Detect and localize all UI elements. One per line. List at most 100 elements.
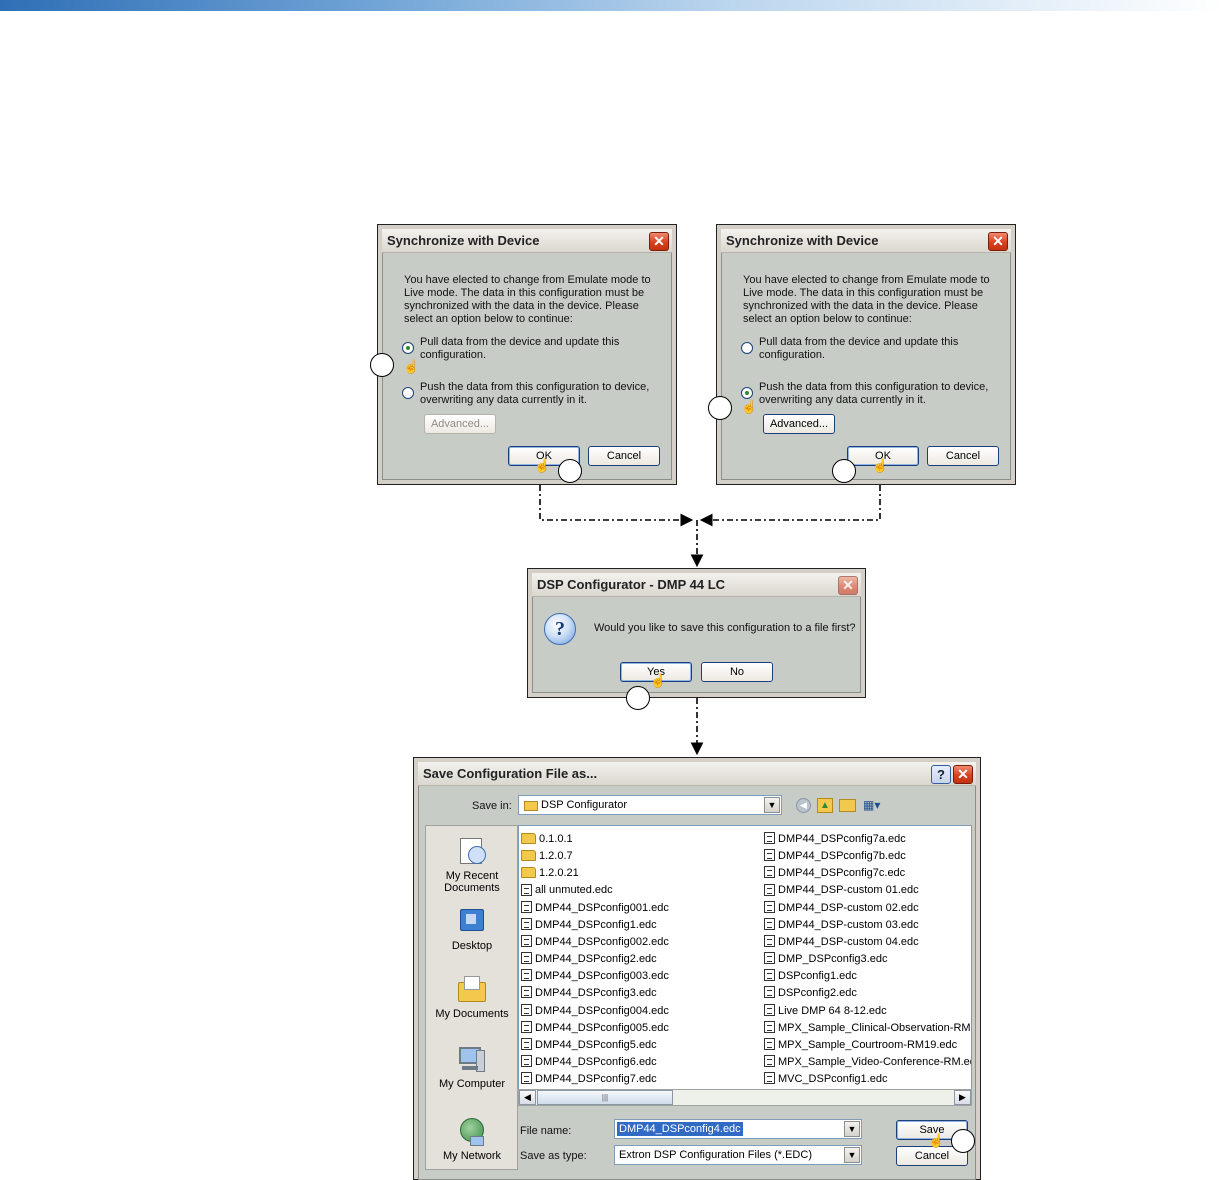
file-icon [521, 1055, 532, 1068]
file-list-item[interactable]: DMP44_DSP-custom 01.edc [764, 882, 971, 899]
my-computer-icon [456, 1044, 488, 1076]
file-list-item[interactable]: DMP44_DSPconfig6.edc [521, 1054, 759, 1071]
scroll-thumb[interactable]: ||| [537, 1090, 673, 1105]
desktop-icon [456, 906, 488, 938]
file-list-item[interactable]: DMP44_DSPconfig2.edc [521, 951, 759, 968]
file-list-item[interactable]: 0.1.0.1 [521, 831, 759, 848]
file-list-item[interactable]: all unmuted.edc [521, 882, 759, 899]
file-list-item[interactable]: MPX_Sample_Courtroom-RM19.edc [764, 1037, 971, 1054]
place-label: My Documents [435, 1008, 509, 1020]
file-name: DMP44_DSPconfig7c.edc [778, 867, 906, 880]
file-name: DMP44_DSPconfig2.edc [535, 953, 657, 966]
folder-icon [521, 849, 536, 861]
file-list-item[interactable]: DMP44_DSPconfig7c.edc [764, 865, 971, 882]
close-button[interactable]: ✕ [649, 232, 669, 251]
file-list-item[interactable]: DSPconfig1.edc [764, 968, 971, 985]
file-name: 1.2.0.21 [539, 867, 579, 880]
file-name: DMP44_DSPconfig7a.edc [778, 833, 906, 845]
file-list-item[interactable]: MPX_Sample_Video-Conference-RM.ed [764, 1054, 971, 1071]
scroll-left-button[interactable]: ◀ [519, 1090, 536, 1105]
save-in-dropdown[interactable]: DSP Configurator ▼ [518, 795, 782, 815]
close-button[interactable]: ✕ [838, 576, 858, 595]
place-my-network[interactable]: My Network [428, 1116, 516, 1162]
cancel-button[interactable]: Cancel [927, 446, 999, 466]
push-option-label[interactable]: Push the data from this configuration to… [759, 381, 999, 407]
place-my-computer[interactable]: My Computer [428, 1044, 516, 1090]
file-list-item[interactable]: DMP44_DSP-custom 03.edc [764, 917, 971, 934]
file-list-item[interactable]: DMP_DSPconfig3.edc [764, 951, 971, 968]
place-recent[interactable]: My Recent Documents [428, 836, 516, 894]
title-bar[interactable]: DSP Configurator - DMP 44 LC ✕ [532, 573, 861, 597]
file-list-item[interactable]: DMP44_DSPconfig002.edc [521, 934, 759, 951]
place-my-documents[interactable]: My Documents [428, 974, 516, 1020]
file-list-item[interactable]: DMP44_DSP-custom 04.edc [764, 934, 971, 951]
title-bar[interactable]: Synchronize with Device ✕ [721, 229, 1011, 253]
file-list-item[interactable]: DMP44_DSPconfig7a.edc [764, 831, 971, 848]
title-bar[interactable]: Save Configuration File as... ? ✕ [418, 762, 976, 786]
file-list-item[interactable]: DMP44_DSP-custom 02.edc [764, 900, 971, 917]
help-button[interactable]: ? [931, 765, 951, 784]
close-button[interactable]: ✕ [953, 765, 973, 784]
dialog-message: You have elected to change from Emulate … [404, 274, 651, 325]
up-folder-icon[interactable]: ▲ [817, 798, 833, 813]
place-desktop[interactable]: Desktop [428, 906, 516, 952]
file-list-item[interactable]: DMP44_DSPconfig001.edc [521, 900, 759, 917]
push-option-label[interactable]: Push the data from this configuration to… [420, 381, 660, 407]
file-list-item[interactable]: DMP44_DSPconfig003.edc [521, 968, 759, 985]
file-list-item[interactable]: MPX_Sample_Clinical-Observation-RM2 [764, 1020, 971, 1037]
file-list-item[interactable]: 1.2.0.7 [521, 848, 759, 865]
file-list-item[interactable]: Live DMP 64 8-12.edc [764, 1003, 971, 1020]
dialog-message: Would you like to save this configuratio… [594, 622, 856, 634]
no-button[interactable]: No [701, 662, 773, 682]
pull-radio[interactable] [741, 342, 753, 354]
new-folder-icon[interactable] [839, 799, 856, 812]
file-name: DMP44_DSPconfig7.edc [535, 1073, 657, 1086]
cancel-button[interactable]: Cancel [588, 446, 660, 466]
confirm-save-dialog: DSP Configurator - DMP 44 LC ✕ ? Would y… [527, 568, 866, 698]
pull-option-label[interactable]: Pull data from the device and update thi… [420, 336, 650, 362]
file-name: DMP44_DSPconfig001.edc [535, 901, 669, 914]
file-list-item[interactable]: DMP44_DSPconfig3.edc [521, 985, 759, 1002]
back-icon[interactable]: ◀ [796, 798, 811, 813]
file-name: DMP44_DSPconfig7b.edc [778, 850, 906, 863]
file-name-input[interactable]: DMP44_DSPconfig4.edc ▼ [614, 1119, 862, 1139]
horizontal-scrollbar[interactable]: ◀ ||| ▶ [518, 1089, 972, 1106]
file-name: DMP44_DSP-custom 04.edc [778, 935, 919, 948]
push-radio[interactable] [402, 387, 414, 399]
title-bar[interactable]: Synchronize with Device ✕ [382, 229, 672, 253]
pointer-hand-icon: ☝ [534, 458, 551, 473]
file-list-item[interactable]: DMP44_DSPconfig005.edc [521, 1020, 759, 1037]
file-name: DMP44_DSPconfig004.edc [535, 1004, 669, 1017]
scroll-right-button[interactable]: ▶ [954, 1090, 971, 1105]
file-list-item[interactable]: MVC_DSPconfig1.edc [764, 1071, 971, 1088]
file-icon [764, 900, 775, 913]
close-button[interactable]: ✕ [988, 232, 1008, 251]
file-list-item[interactable]: DMP44_DSPconfig5.edc [521, 1037, 759, 1054]
file-name: MVC_DSPconfig1.edc [778, 1073, 888, 1086]
file-icon [764, 1037, 775, 1050]
save-file-dialog: Save Configuration File as... ? ✕ Save i… [413, 757, 981, 1180]
file-list-item[interactable]: DMP44_DSPconfig004.edc [521, 1003, 759, 1020]
advanced-button[interactable]: Advanced... [763, 414, 835, 434]
pull-radio[interactable] [402, 342, 414, 354]
chevron-down-icon[interactable]: ▼ [844, 1121, 860, 1137]
chevron-down-icon[interactable]: ▼ [844, 1147, 860, 1163]
pointer-hand-icon: ☝ [403, 359, 420, 374]
file-list-item[interactable]: DSPconfig2.edc [764, 985, 971, 1002]
save-in-value: DSP Configurator [541, 799, 628, 811]
file-list-item[interactable]: DMP44_DSPconfig7.edc [521, 1071, 759, 1088]
dialog-title: Synchronize with Device [387, 233, 540, 248]
chevron-down-icon[interactable]: ▼ [764, 797, 780, 813]
file-list[interactable]: 0.1.0.1 1.2.0.7 1.2.0.21 all unmuted.edc DMP… [518, 825, 972, 1105]
file-list-item[interactable]: 1.2.0.21 [521, 865, 759, 882]
file-list-item[interactable]: DMP44_DSPconfig1.edc [521, 917, 759, 934]
pull-option-label[interactable]: Pull data from the device and update thi… [759, 336, 989, 362]
file-name: MPX_Sample_Video-Conference-RM.ed [778, 1055, 971, 1068]
file-name: DMP44_DSP-custom 02.edc [778, 901, 919, 914]
file-name-label: File name: [520, 1125, 572, 1137]
push-radio[interactable] [741, 387, 753, 399]
file-list-item[interactable]: DMP44_DSPconfig7b.edc [764, 848, 971, 865]
advanced-button[interactable]: Advanced... [424, 414, 496, 434]
view-menu-icon[interactable]: ▦▾ [863, 798, 885, 813]
save-as-type-dropdown[interactable]: Extron DSP Configuration Files (*.EDC) ▼ [614, 1145, 862, 1165]
